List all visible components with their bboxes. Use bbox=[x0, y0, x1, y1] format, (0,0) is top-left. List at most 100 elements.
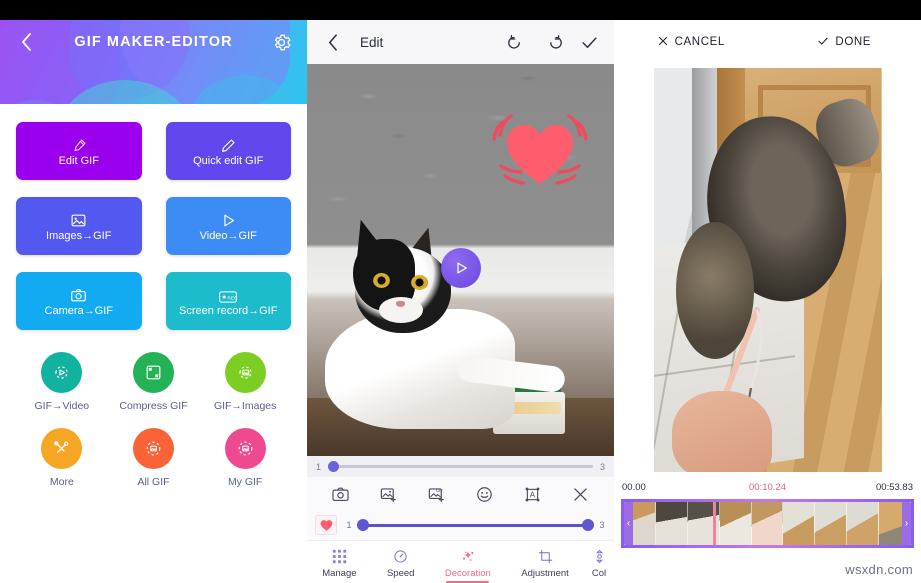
gif-to-images-icon bbox=[224, 352, 266, 393]
filmstrip-frame[interactable] bbox=[847, 502, 880, 545]
tab-label: Adjustment bbox=[521, 567, 569, 579]
tab-label: Decoration bbox=[444, 567, 491, 579]
tile-edit-gif[interactable]: Edit GIF bbox=[16, 122, 142, 180]
tab-manage[interactable]: Manage bbox=[307, 546, 372, 579]
range-knob-end[interactable] bbox=[582, 518, 594, 531]
timeline-timestamps: 00.00 00:10.24 00:53.83 bbox=[614, 478, 921, 496]
decoration-toolbar: GIF A bbox=[307, 477, 614, 511]
close-icon bbox=[657, 35, 669, 50]
gear-icon[interactable] bbox=[269, 30, 293, 54]
range-track[interactable] bbox=[357, 518, 594, 531]
gif-to-video-icon bbox=[41, 352, 83, 393]
tile-screen-record-to-gif[interactable]: REC Screen record→GIF bbox=[165, 272, 291, 330]
tile-label: Screen record→GIF bbox=[179, 305, 278, 317]
tile-quick-edit-gif[interactable]: Quick edit GIF bbox=[165, 122, 291, 180]
sticker-icon[interactable] bbox=[475, 485, 494, 504]
frame-slider[interactable]: 1 3 bbox=[307, 456, 614, 477]
filmstrip[interactable]: ‹ › bbox=[621, 499, 914, 548]
color-icon bbox=[593, 549, 606, 565]
circle-all-gif[interactable]: All GIF bbox=[108, 428, 200, 488]
tab-label: Speed bbox=[386, 567, 415, 579]
filmstrip-frame[interactable] bbox=[719, 502, 752, 545]
circle-compress-gif[interactable]: Compress GIF bbox=[108, 352, 200, 412]
circle-gif-to-video[interactable]: GIF→Video bbox=[16, 352, 108, 412]
filmstrip-frame[interactable] bbox=[815, 502, 848, 545]
filmstrip-frame[interactable] bbox=[783, 502, 816, 545]
pen-icon bbox=[220, 135, 236, 154]
close-icon[interactable] bbox=[571, 485, 590, 504]
tile-label: Quick edit GIF bbox=[193, 155, 264, 167]
circle-my-gif[interactable]: My GIF bbox=[199, 428, 291, 488]
status-bar bbox=[614, 0, 921, 20]
heart-sticker[interactable] bbox=[485, 106, 595, 192]
check-icon bbox=[817, 35, 829, 50]
status-bar bbox=[307, 0, 614, 20]
trimmer-top-bar: CANCEL DONE bbox=[614, 20, 921, 64]
sticker-range-row[interactable]: 1 3 bbox=[307, 511, 614, 539]
tile-label: Images→GIF bbox=[46, 230, 112, 242]
cancel-button[interactable]: CANCEL bbox=[614, 35, 768, 50]
trimmer-preview[interactable] bbox=[614, 64, 921, 478]
tab-speed[interactable]: Speed bbox=[372, 546, 430, 579]
cancel-label: CANCEL bbox=[674, 36, 725, 48]
range-min-label: 1 bbox=[346, 520, 352, 530]
add-gif-icon[interactable]: GIF bbox=[427, 485, 446, 504]
tile-video-to-gif[interactable]: Video→GIF bbox=[165, 197, 291, 255]
play-icon bbox=[220, 210, 237, 229]
trim-handle-left[interactable]: ‹ bbox=[624, 502, 633, 545]
back-button[interactable] bbox=[14, 30, 38, 54]
range-knob-start[interactable] bbox=[357, 518, 369, 531]
text-icon[interactable]: A bbox=[523, 485, 542, 504]
status-bar bbox=[0, 0, 307, 20]
tools-icon bbox=[41, 428, 83, 469]
home-content: Edit GIF Quick edit GIF Images→GIF Video… bbox=[0, 104, 307, 583]
done-button[interactable]: DONE bbox=[768, 35, 921, 50]
my-gif-icon bbox=[224, 428, 266, 469]
back-button[interactable] bbox=[320, 30, 344, 54]
frame-slider-knob[interactable] bbox=[328, 461, 340, 472]
circle-label: Compress GIF bbox=[119, 400, 188, 412]
tab-label: Manage bbox=[322, 567, 357, 579]
tile-label: Camera→GIF bbox=[44, 305, 113, 317]
circle-gif-to-images[interactable]: GIF→Images bbox=[199, 352, 291, 412]
sparkle-icon bbox=[460, 549, 476, 565]
tab-label: Col bbox=[591, 567, 607, 579]
home-tile-grid: Edit GIF Quick edit GIF Images→GIF Video… bbox=[16, 122, 291, 330]
add-image-icon[interactable] bbox=[379, 485, 398, 504]
editor-canvas[interactable] bbox=[307, 64, 614, 456]
trim-handle-right[interactable]: › bbox=[902, 502, 911, 545]
camera-icon[interactable] bbox=[331, 485, 350, 504]
circle-label: My GIF bbox=[227, 476, 263, 488]
editor-title: Edit bbox=[360, 34, 384, 50]
play-button[interactable] bbox=[441, 248, 481, 288]
circle-more[interactable]: More bbox=[16, 428, 108, 488]
confirm-button[interactable] bbox=[577, 30, 601, 54]
redo-icon[interactable] bbox=[541, 30, 565, 54]
frame-slider-min: 1 bbox=[316, 461, 322, 472]
circle-label: More bbox=[49, 476, 74, 488]
editor-bottom-nav: Manage Speed Decoration Adjustment Col bbox=[307, 540, 614, 583]
tab-decoration[interactable]: Decoration bbox=[430, 546, 506, 583]
time-start: 00.00 bbox=[622, 481, 646, 493]
tab-color[interactable]: Col bbox=[584, 546, 614, 579]
frame-slider-track[interactable] bbox=[328, 461, 593, 472]
watermark: wsxdn.com bbox=[845, 562, 913, 577]
home-screen: GIF MAKER-EDITOR Edit GIF Quick edit GIF… bbox=[0, 0, 307, 583]
playhead[interactable] bbox=[712, 502, 716, 545]
heart-thumb[interactable] bbox=[315, 515, 337, 535]
editor-screen: Edit 1 3 GIF A 1 3 Manage Speed Decorati… bbox=[307, 0, 614, 583]
tile-camera-to-gif[interactable]: Camera→GIF bbox=[16, 272, 142, 330]
tab-adjustment[interactable]: Adjustment bbox=[506, 546, 584, 579]
grid-icon bbox=[332, 549, 347, 565]
tile-images-to-gif[interactable]: Images→GIF bbox=[16, 197, 142, 255]
image-icon bbox=[70, 210, 87, 229]
all-gif-icon bbox=[132, 428, 174, 469]
frame-slider-max: 3 bbox=[599, 461, 605, 472]
circle-label: GIF→Images bbox=[213, 400, 277, 412]
undo-icon[interactable] bbox=[505, 30, 529, 54]
filmstrip-frame[interactable] bbox=[751, 502, 784, 545]
time-current: 00:10.24 bbox=[749, 481, 786, 493]
svg-text:A: A bbox=[530, 490, 536, 499]
tile-label: Video→GIF bbox=[199, 230, 257, 242]
filmstrip-frame[interactable] bbox=[655, 502, 688, 545]
